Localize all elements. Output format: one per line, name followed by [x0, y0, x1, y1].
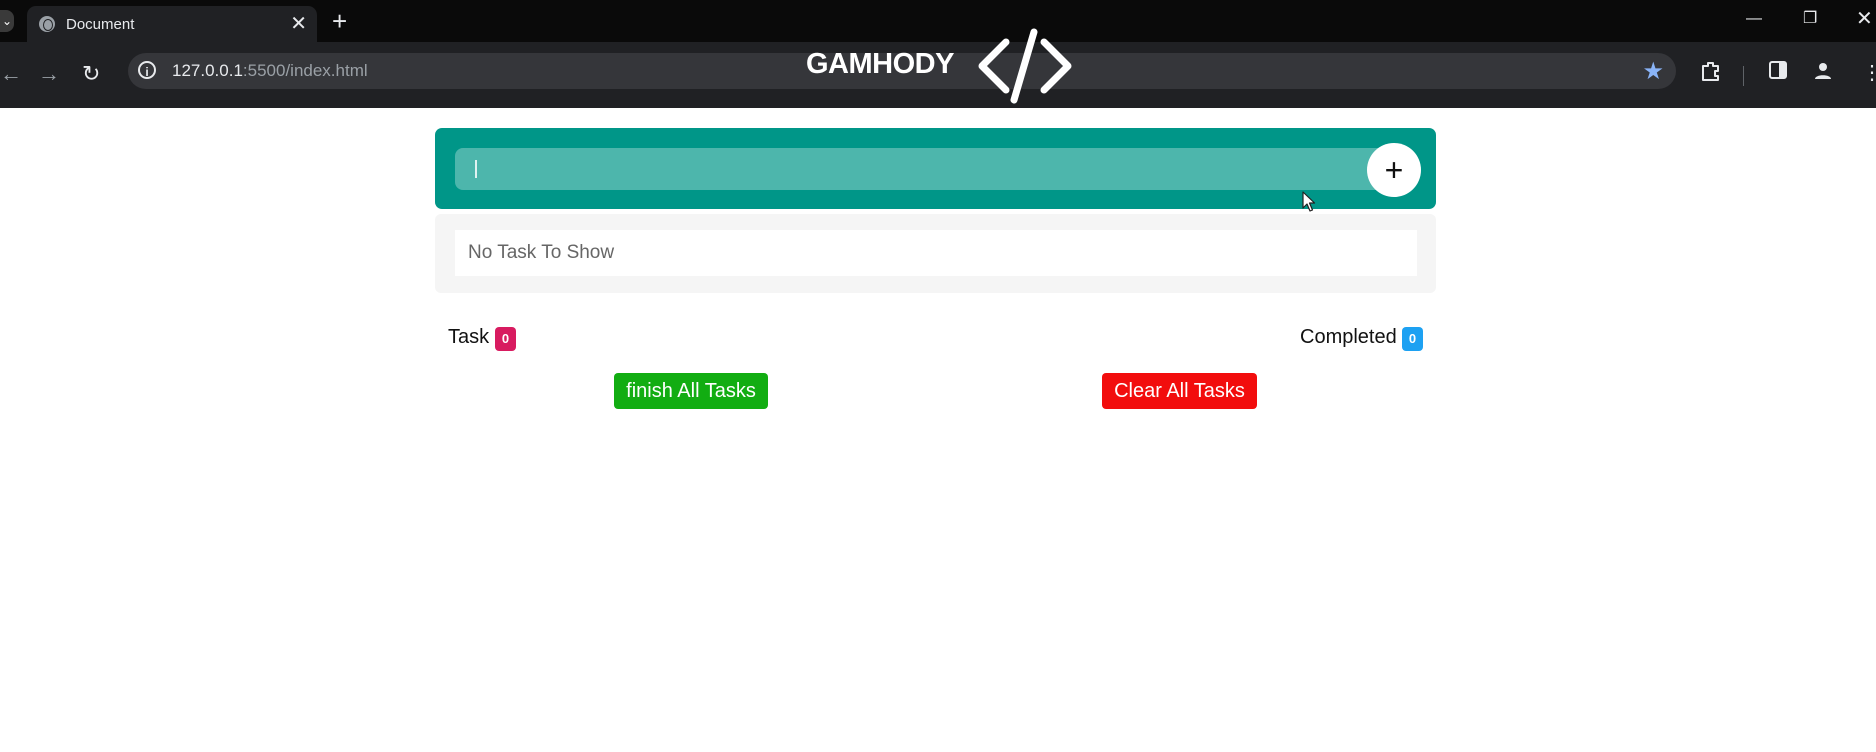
- globe-icon: [39, 16, 55, 32]
- url-path: :5500/index.html: [242, 61, 368, 80]
- task-input-panel: +: [435, 128, 1436, 209]
- menu-icon[interactable]: ⋮: [1862, 60, 1876, 85]
- tab-title: Document: [66, 16, 135, 33]
- task-input[interactable]: [455, 148, 1415, 190]
- gamhody-logo: GAMHODY: [806, 26, 1096, 106]
- profile-icon[interactable]: [1812, 60, 1834, 88]
- finish-all-tasks-button[interactable]: finish All Tasks: [614, 373, 768, 409]
- restore-icon[interactable]: ❐: [1803, 8, 1817, 28]
- minimize-icon[interactable]: —: [1746, 10, 1762, 28]
- task-count-badge: 0: [495, 327, 516, 351]
- clear-all-tasks-button[interactable]: Clear All Tasks: [1102, 373, 1257, 409]
- window-close-icon[interactable]: ✕: [1856, 6, 1873, 31]
- tasks-list: No Task To Show: [435, 214, 1436, 293]
- info-icon[interactable]: i: [138, 61, 156, 79]
- task-count-label: Task: [448, 326, 490, 348]
- completed-count-badge: 0: [1402, 327, 1423, 351]
- tab-close-icon[interactable]: ✕: [290, 12, 307, 36]
- code-brackets-icon: [978, 28, 1072, 104]
- logo-text: GAMHODY: [806, 48, 954, 80]
- url-text[interactable]: 127.0.0.1:5500/index.html: [172, 61, 368, 81]
- browser-tab[interactable]: Document ✕: [27, 6, 317, 42]
- empty-task-message: No Task To Show: [455, 230, 1417, 276]
- url-host: 127.0.0.1: [172, 61, 243, 80]
- forward-arrow-icon[interactable]: →: [38, 62, 60, 86]
- toolbar-divider: [1743, 66, 1744, 86]
- add-task-button[interactable]: +: [1367, 143, 1421, 197]
- new-tab-icon[interactable]: +: [332, 8, 347, 34]
- reload-icon[interactable]: ↻: [82, 62, 100, 86]
- star-icon[interactable]: ★: [1642, 57, 1664, 86]
- side-panel-icon[interactable]: [1768, 60, 1788, 86]
- completed-count-label: Completed: [1300, 326, 1397, 348]
- tab-search-icon[interactable]: ⌄: [0, 10, 14, 32]
- mouse-pointer-icon: [1302, 191, 1316, 212]
- extensions-icon[interactable]: [1700, 60, 1722, 88]
- back-arrow-icon[interactable]: ←: [0, 62, 22, 86]
- text-caret: [475, 160, 477, 178]
